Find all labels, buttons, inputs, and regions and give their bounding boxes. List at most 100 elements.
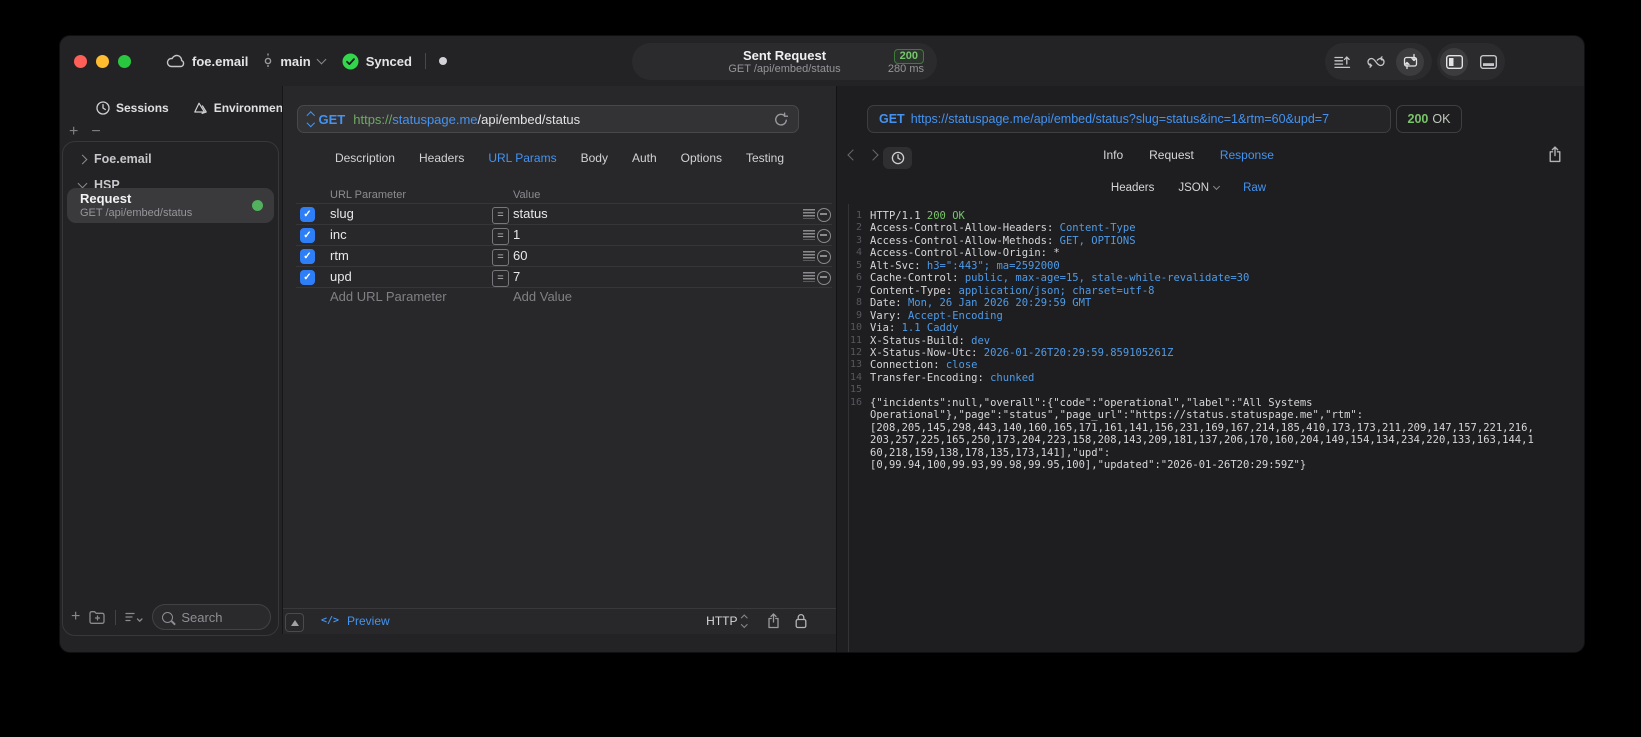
expand-panel-button[interactable] (285, 613, 304, 632)
sync-loop-button[interactable] (1359, 43, 1393, 80)
remove-row-icon[interactable] (817, 249, 831, 264)
param-name[interactable]: slug (330, 206, 354, 221)
param-name[interactable]: inc (330, 227, 347, 242)
tab-request[interactable]: Request (1149, 148, 1194, 168)
response-url-bar[interactable]: GET https://statuspage.me/api/embed/stat… (867, 105, 1391, 133)
response-status-code: 200 (1407, 112, 1429, 126)
method-updown-icon[interactable] (306, 111, 315, 127)
equals-icon: = (492, 227, 509, 245)
response-line: 5 Alt-Svc: h3=":443"; ma=2592000 (837, 260, 1584, 272)
tab-url-params[interactable]: URL Params (488, 151, 556, 171)
protocol-selector[interactable]: HTTP (706, 614, 747, 628)
drag-handle-icon[interactable] (803, 251, 815, 261)
sidebar-actions: + − (69, 124, 101, 140)
drag-handle-icon[interactable] (803, 230, 815, 240)
drag-handle-icon[interactable] (803, 209, 815, 219)
param-table-header: URL Parameter Value (296, 189, 832, 203)
param-checkbox[interactable]: ✓ (300, 227, 315, 243)
response-line: 13 Connection: close (850, 359, 978, 372)
search-input[interactable] (179, 608, 261, 626)
param-checkbox[interactable]: ✓ (300, 269, 315, 285)
response-status-text: OK (1432, 112, 1451, 126)
add-button[interactable]: + (69, 124, 78, 140)
remove-row-icon[interactable] (817, 270, 831, 285)
subtab-json[interactable]: JSON (1178, 182, 1221, 194)
branch-name[interactable]: main (280, 54, 310, 69)
tab-body[interactable]: Body (581, 151, 608, 171)
tab-auth[interactable]: Auth (632, 151, 657, 171)
chevron-right-icon (77, 154, 88, 164)
subtab-label: JSON (1178, 182, 1210, 194)
app-window: foe.email main Synced Sent Request GET /… (59, 35, 1585, 653)
param-checkbox[interactable]: ✓ (300, 206, 315, 222)
new-request-button[interactable]: + (71, 609, 80, 625)
param-checkbox[interactable]: ✓ (300, 248, 315, 264)
chevron-down-icon[interactable] (316, 54, 327, 65)
equals-icon: = (492, 269, 509, 287)
tab-headers[interactable]: Headers (419, 151, 464, 171)
tree-group-foe-email[interactable]: Foe.email (77, 148, 268, 170)
lock-icon[interactable] (795, 613, 807, 629)
response-line: [0,99.94,100,99.93,99.98,99.95,100],"upd… (837, 459, 1584, 471)
sidebar-tree: Foe.email HSP Request GET /api/embed/sta… (62, 141, 279, 636)
share-icon[interactable] (767, 613, 780, 629)
refresh-icon[interactable] (774, 112, 788, 127)
tab-response[interactable]: Response (1220, 148, 1274, 168)
param-value[interactable]: status (513, 206, 548, 221)
sort-list-icon[interactable] (125, 611, 143, 624)
tab-options[interactable]: Options (681, 151, 722, 171)
param-row[interactable]: ✓ inc = 1 (296, 224, 832, 245)
tab-testing[interactable]: Testing (746, 151, 784, 171)
param-value[interactable]: 60 (513, 248, 527, 263)
sidebar-left-icon (1445, 54, 1463, 69)
request-list-item-selected[interactable]: Request GET /api/embed/status (67, 188, 274, 223)
param-value[interactable]: 7 (513, 269, 520, 284)
tab-info[interactable]: Info (1103, 148, 1123, 168)
toggle-bottom-panel-button[interactable] (1471, 43, 1505, 80)
remove-button[interactable]: − (91, 124, 100, 140)
zoom-window-button[interactable] (118, 55, 131, 68)
add-param-row[interactable]: Add URL Parameter Add Value (296, 286, 832, 306)
close-window-button[interactable] (74, 55, 87, 68)
import-export-button[interactable] (1393, 43, 1427, 80)
param-value[interactable]: 1 (513, 227, 520, 242)
param-row[interactable]: ✓ upd = 7 (296, 266, 832, 288)
new-folder-icon[interactable] (89, 610, 106, 624)
response-line: 16 {"incidents":null,"overall":{"code":"o… (850, 396, 1313, 409)
minimize-window-button[interactable] (96, 55, 109, 68)
request-log-button[interactable] (1325, 43, 1359, 80)
add-param-placeholder[interactable]: Add URL Parameter (330, 289, 447, 304)
drag-handle-icon[interactable] (803, 272, 815, 282)
request-url-bar[interactable]: GET https://statuspage.me/api/embed/stat… (297, 105, 799, 133)
sidebar-footer: + (71, 604, 271, 630)
response-line: 60,218,159,138,178,135,173,141],"upd": (837, 447, 1584, 459)
response-body[interactable]: 1 HTTP/1.1 200 OK 2 Access-Control-Allow-He… (837, 204, 1584, 652)
request-method[interactable]: GET (319, 112, 346, 127)
remove-row-icon[interactable] (817, 207, 831, 222)
line-number: 2 (855, 222, 862, 234)
add-value-placeholder[interactable]: Add Value (513, 289, 572, 304)
request-title-pill[interactable]: Sent Request GET /api/embed/status 200 2… (632, 43, 937, 80)
tab-environments[interactable]: Environments (193, 101, 294, 115)
param-row[interactable]: ✓ rtm = 60 (296, 245, 832, 266)
toggle-sidebar-button[interactable] (1437, 43, 1471, 80)
param-name[interactable]: rtm (330, 248, 349, 263)
request-item-subtitle: GET /api/embed/status (80, 207, 193, 219)
divider (424, 53, 426, 69)
request-subtitle: GET /api/embed/status (728, 62, 841, 75)
share-icon[interactable] (1548, 146, 1562, 163)
request-panel-footer: </> Preview HTTP (283, 608, 836, 634)
workspace-name[interactable]: foe.email (192, 54, 248, 69)
url-scheme: https:// (353, 111, 393, 127)
subtab-headers[interactable]: Headers (1111, 182, 1154, 194)
sidebar-search[interactable] (152, 604, 271, 630)
remove-row-icon[interactable] (817, 228, 831, 243)
tab-sessions[interactable]: Sessions (96, 101, 169, 115)
sidebar: Sessions Environments + − Foe.email HSP … (60, 86, 294, 652)
subtab-raw[interactable]: Raw (1243, 182, 1266, 194)
preview-button[interactable]: Preview (347, 614, 390, 628)
param-name[interactable]: upd (330, 269, 352, 284)
tab-description[interactable]: Description (335, 151, 395, 171)
param-row[interactable]: ✓ slug = status (296, 203, 832, 224)
code-icon: </> (321, 615, 340, 626)
